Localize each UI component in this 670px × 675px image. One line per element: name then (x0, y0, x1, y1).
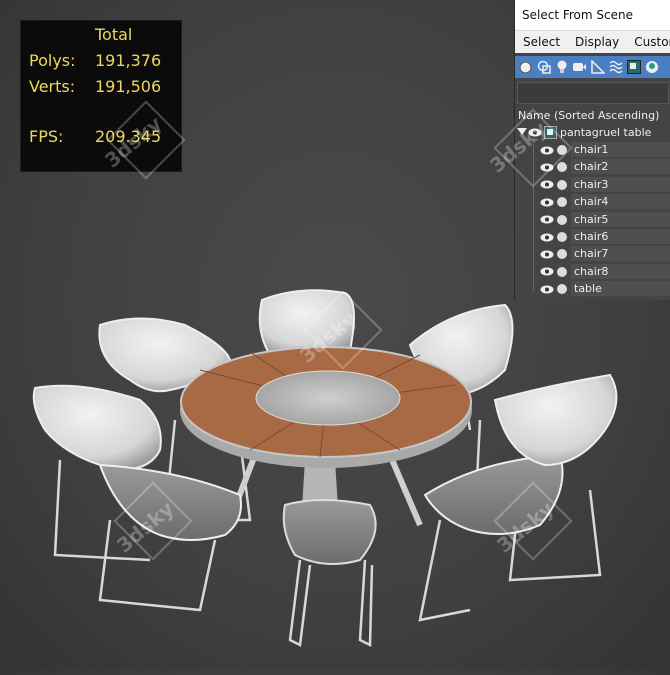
stats-header: Total (95, 25, 133, 44)
shapes-icon[interactable] (536, 60, 551, 75)
helpers-icon[interactable] (590, 60, 605, 75)
filter-toolbar (515, 56, 670, 78)
object-icon (557, 214, 567, 225)
eye-icon[interactable] (539, 232, 554, 242)
xrefs-icon[interactable] (644, 60, 659, 75)
chair-right (493, 373, 618, 467)
menu-select[interactable]: Select (515, 35, 567, 49)
eye-icon[interactable] (539, 215, 554, 225)
object-icon (557, 162, 567, 173)
stats-row-polys: Polys: 191,376 (29, 51, 161, 70)
tree-item-name: chair6 (571, 229, 670, 246)
panel-menubar: Select Display Customize (515, 30, 670, 53)
tree-item-name: chair5 (571, 211, 670, 228)
object-icon (557, 197, 567, 208)
stats-value: 191,376 (95, 51, 162, 70)
tree-row-table[interactable]: table (515, 281, 670, 298)
space-warps-icon[interactable] (608, 60, 623, 75)
tree-row-chair5[interactable]: chair5 (515, 211, 670, 228)
object-icon (557, 284, 567, 295)
eye-icon[interactable] (539, 180, 554, 190)
tree-row-chair8[interactable]: chair8 (515, 263, 670, 280)
object-icon (557, 266, 567, 277)
cameras-icon[interactable] (572, 60, 587, 75)
stats-label: Polys: (29, 51, 76, 70)
stats-row-verts: Verts: 191,506 (29, 77, 161, 96)
tree-item-name: chair2 (571, 159, 670, 176)
eye-icon[interactable] (539, 284, 554, 294)
groups-icon[interactable] (626, 60, 641, 75)
object-icon (557, 179, 567, 190)
tree-row-chair4[interactable]: chair4 (515, 194, 670, 211)
stats-label: Verts: (29, 77, 76, 96)
geometry-icon[interactable] (518, 60, 533, 75)
stats-value: 191,506 (95, 77, 162, 96)
tree-item-name: table (571, 281, 670, 298)
chair-front-center (282, 499, 377, 565)
tree-item-name: chair3 (571, 176, 670, 193)
tree-item-name: chair1 (571, 142, 670, 159)
eye-icon[interactable] (539, 267, 554, 277)
table-marble-center (255, 370, 401, 426)
tree-row-chair6[interactable]: chair6 (515, 228, 670, 246)
eye-icon[interactable] (539, 197, 554, 207)
stats-label: FPS: (29, 127, 64, 146)
lights-icon[interactable] (554, 60, 569, 75)
object-icon (557, 249, 567, 260)
select-from-scene-panel: Select From Scene Select Display Customi… (493, 0, 670, 300)
object-icon (557, 232, 567, 243)
search-input[interactable] (517, 82, 669, 104)
tree-item-name: chair4 (571, 194, 670, 211)
panel-title: Select From Scene (515, 0, 670, 30)
tree-item-name: pantagruel table (560, 126, 652, 140)
tree-item-name: chair7 (571, 246, 670, 263)
eye-icon[interactable] (539, 249, 554, 259)
chair-left (32, 384, 162, 472)
tree-row-chair7[interactable]: chair7 (515, 246, 670, 263)
menu-customize[interactable]: Customize (626, 35, 670, 49)
tree-item-name: chair8 (571, 263, 670, 280)
menu-display[interactable]: Display (567, 35, 626, 49)
